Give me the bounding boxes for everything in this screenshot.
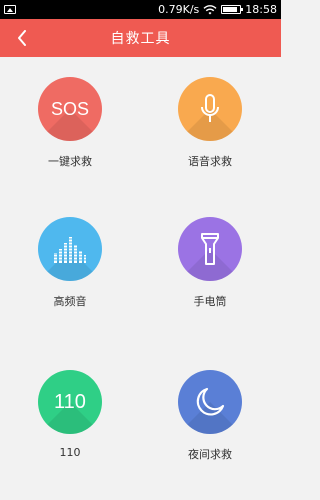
sos-icon: SOS (38, 77, 102, 141)
clock: 18:58 (245, 3, 277, 16)
tool-label: 手电筒 (193, 295, 227, 308)
tool-night-sos[interactable]: 夜间求救 (140, 370, 280, 490)
status-bar: 0.79K/s 18:58 (0, 0, 281, 19)
tool-one-key-sos[interactable]: SOS 一键求救 (0, 77, 140, 197)
tool-high-frequency-sound[interactable]: 高频音 (0, 217, 140, 337)
tool-label: 高频音 (53, 295, 87, 308)
wifi-icon (203, 4, 217, 14)
title-bar: 自救工具 (0, 19, 281, 57)
moon-icon (178, 370, 242, 434)
flashlight-icon (178, 217, 242, 281)
tool-label: 夜间求救 (188, 448, 232, 461)
110-icon-text: 110 (54, 390, 86, 413)
tool-call-110[interactable]: 110 110 (0, 370, 140, 490)
microphone-icon (178, 77, 242, 141)
status-right: 0.79K/s 18:58 (158, 3, 277, 16)
back-button[interactable] (8, 19, 36, 57)
page-title: 自救工具 (110, 31, 171, 47)
sos-icon-text: SOS (50, 98, 89, 119)
tool-label: 语音求救 (188, 155, 232, 168)
network-speed: 0.79K/s (158, 3, 200, 16)
chevron-left-icon (18, 30, 26, 46)
image-notification-icon (4, 5, 16, 14)
tool-label: 一键求救 (48, 155, 92, 168)
tool-voice-sos[interactable]: 语音求救 (140, 77, 280, 197)
battery-icon (221, 5, 244, 14)
tool-grid: SOS 一键求救 语音求救 高频音 手电筒 110 110 夜间求救 (0, 57, 281, 500)
110-icon: 110 (38, 370, 102, 434)
tool-label: 110 (59, 446, 81, 459)
sound-bars-icon (38, 217, 102, 281)
tool-flashlight[interactable]: 手电筒 (140, 217, 280, 337)
